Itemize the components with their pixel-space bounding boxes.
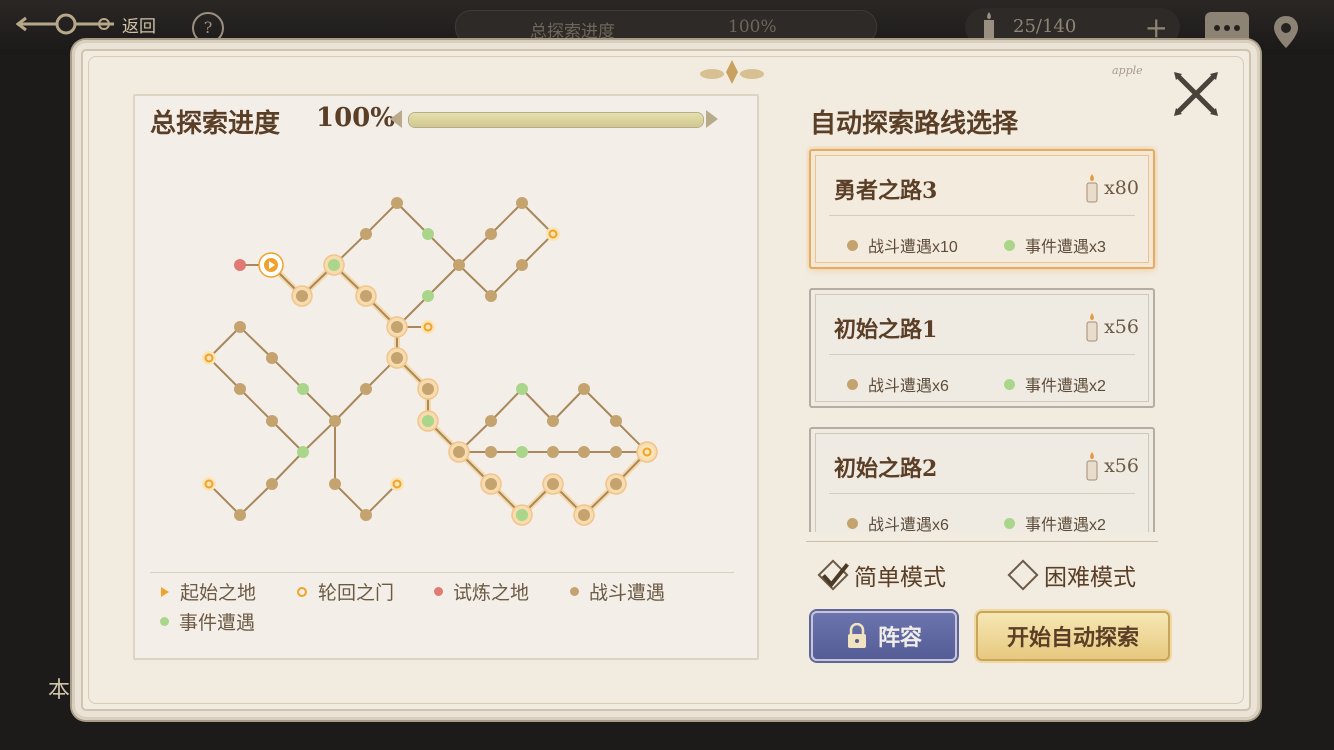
candle-icon	[1086, 174, 1098, 203]
checkbox-diamond-icon	[817, 559, 849, 591]
event-dot-icon	[1004, 239, 1015, 251]
background-progress-value: 100%	[728, 17, 777, 37]
back-button[interactable]: 返回	[16, 6, 156, 42]
legend-portal: 轮回之门	[296, 578, 394, 605]
side-label: 本	[48, 678, 71, 703]
route-cost: x80	[1084, 173, 1139, 203]
battle-dot-icon	[847, 517, 858, 529]
ornate-key-icon	[16, 13, 114, 35]
event-count-label: 事件遭遇x3	[1025, 239, 1106, 256]
battle-count: 战斗遭遇x6	[847, 511, 949, 532]
event-count-label: 事件遭遇x2	[1025, 517, 1106, 532]
legend-start-label: 起始之地	[180, 582, 257, 604]
progress-value: 100%	[316, 103, 395, 133]
hard-mode-label: 困难模式	[1044, 565, 1136, 591]
event-count: 事件遭遇x2	[1004, 372, 1106, 396]
legend-event-label: 事件遭遇	[179, 612, 256, 634]
progress-bar	[408, 112, 704, 128]
signature-text: apple	[1112, 64, 1143, 77]
fleur-ornament-icon	[700, 60, 764, 84]
battle-count-label: 战斗遭遇x10	[868, 239, 958, 256]
route-name: 初始之路1	[834, 317, 938, 343]
lock-icon	[847, 623, 866, 648]
card-divider	[829, 493, 1135, 494]
route-cost: x56	[1084, 451, 1139, 481]
legend-start: 起始之地	[160, 578, 256, 605]
route-select-title: 自动探索路线选择	[810, 109, 1019, 139]
battle-count: 战斗遭遇x6	[847, 372, 949, 396]
event-dot-icon	[1004, 517, 1015, 529]
start-auto-explore-label: 开始自动探索	[1006, 625, 1139, 651]
candle-icon	[984, 12, 994, 42]
legend-trial-label: 试炼之地	[453, 582, 530, 604]
candle-icon	[1086, 313, 1098, 342]
candle-icon	[1086, 452, 1098, 481]
event-dot-icon	[1004, 378, 1015, 390]
background-progress: 总探索进度 100%	[455, 10, 877, 44]
card-divider	[829, 354, 1135, 355]
route-name: 勇者之路3	[834, 178, 938, 204]
start-marker-icon	[161, 586, 169, 597]
trial-dot-icon	[434, 587, 443, 596]
battle-count-label: 战斗遭遇x6	[868, 517, 949, 532]
route-cost-value: x56	[1104, 455, 1139, 477]
legend-divider	[150, 572, 734, 573]
event-count-label: 事件遭遇x2	[1025, 378, 1106, 395]
easy-mode-option[interactable]: 简单模式	[817, 558, 946, 592]
background-progress-label: 总探索进度	[530, 22, 615, 42]
battle-dot-icon	[570, 587, 579, 596]
portal-marker-icon	[297, 586, 307, 597]
progress-label: 总探索进度	[150, 109, 281, 139]
lineup-label: 阵容	[877, 625, 922, 651]
progress-bar-fill	[409, 113, 703, 127]
route-list[interactable]: 勇者之路3 x80 战斗遭遇x10 事件遭遇x3 初始之路1 x56 战斗遭遇x…	[806, 146, 1158, 532]
lineup-button[interactable]: 阵容	[811, 611, 957, 661]
mode-divider	[806, 541, 1158, 542]
battle-dot-icon	[847, 378, 858, 390]
route-card[interactable]: 初始之路2 x56 战斗遭遇x6 事件遭遇x2	[809, 427, 1155, 532]
legend-battle: 战斗遭遇	[570, 578, 665, 605]
legend-trial: 试炼之地	[434, 578, 529, 605]
checkbox-diamond-icon	[1007, 559, 1039, 591]
route-card[interactable]: 勇者之路3 x80 战斗遭遇x10 事件遭遇x3	[809, 149, 1155, 269]
legend-portal-label: 轮回之门	[318, 582, 395, 604]
event-count: 事件遭遇x2	[1004, 511, 1106, 532]
route-cost: x56	[1084, 312, 1139, 342]
event-dot-icon	[160, 617, 169, 626]
legend-battle-label: 战斗遭遇	[589, 582, 666, 604]
legend-event: 事件遭遇	[160, 608, 255, 635]
close-icon[interactable]	[1170, 68, 1222, 120]
back-label: 返回	[122, 16, 156, 37]
battle-dot-icon	[847, 239, 858, 251]
battle-count: 战斗遭遇x10	[847, 233, 958, 257]
event-count: 事件遭遇x3	[1004, 233, 1106, 257]
route-cost-value: x80	[1104, 177, 1139, 199]
check-icon	[821, 563, 849, 588]
map-panel	[133, 94, 759, 660]
hard-mode-option[interactable]: 困难模式	[1007, 558, 1136, 592]
route-cost-value: x56	[1104, 316, 1139, 338]
easy-mode-label: 简单模式	[854, 565, 946, 591]
card-divider	[829, 215, 1135, 216]
battle-count-label: 战斗遭遇x6	[868, 378, 949, 395]
start-auto-explore-button[interactable]: 开始自动探索	[976, 611, 1170, 661]
currency-value: 25/140	[1013, 16, 1077, 37]
location-pin-icon[interactable]	[1272, 14, 1300, 50]
route-name: 初始之路2	[834, 456, 938, 482]
route-card[interactable]: 初始之路1 x56 战斗遭遇x6 事件遭遇x2	[809, 288, 1155, 408]
